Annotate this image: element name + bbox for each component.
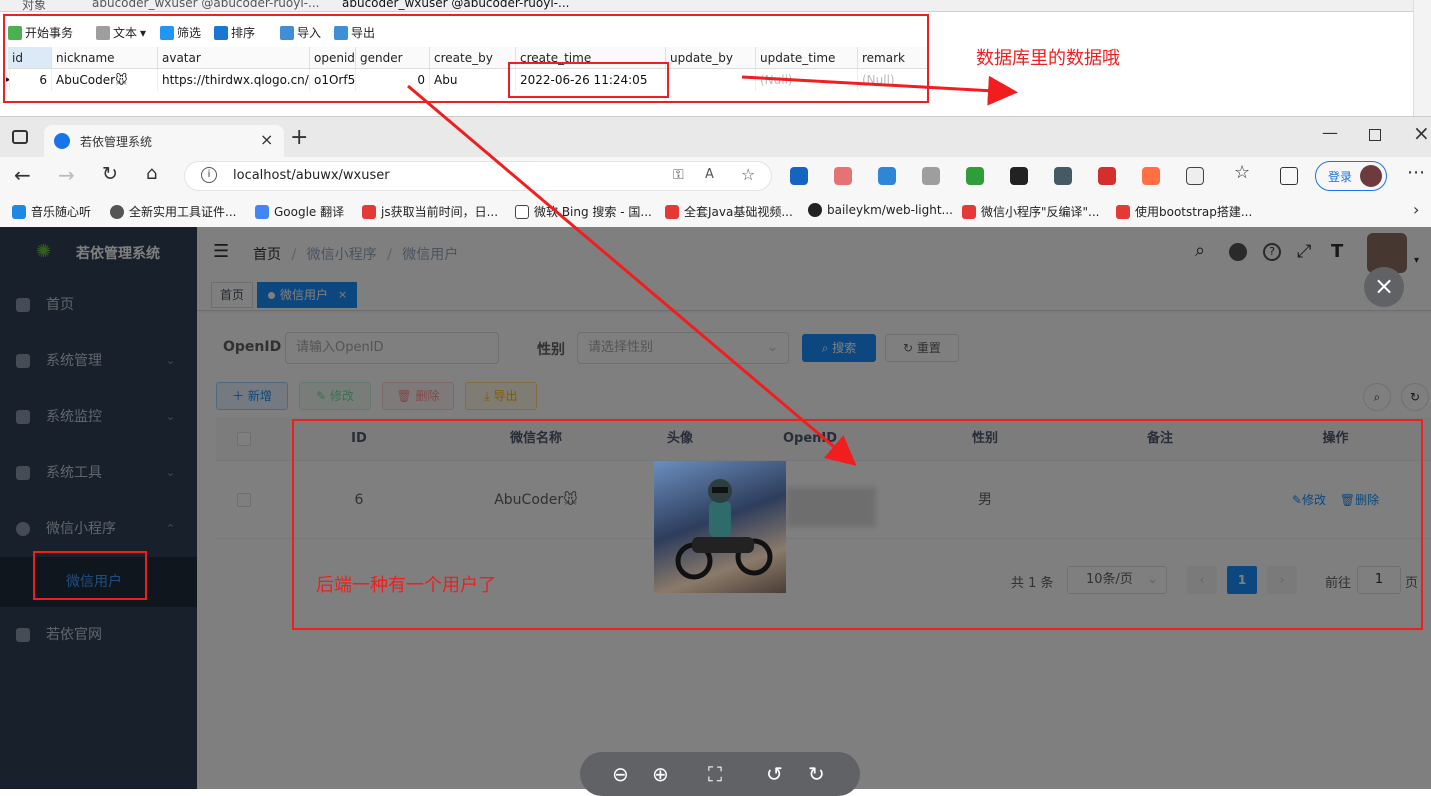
arrow-to-db-note [741, 75, 1018, 106]
annotation-arrows [407, 75, 1018, 466]
arrow-db-to-table [407, 84, 857, 466]
